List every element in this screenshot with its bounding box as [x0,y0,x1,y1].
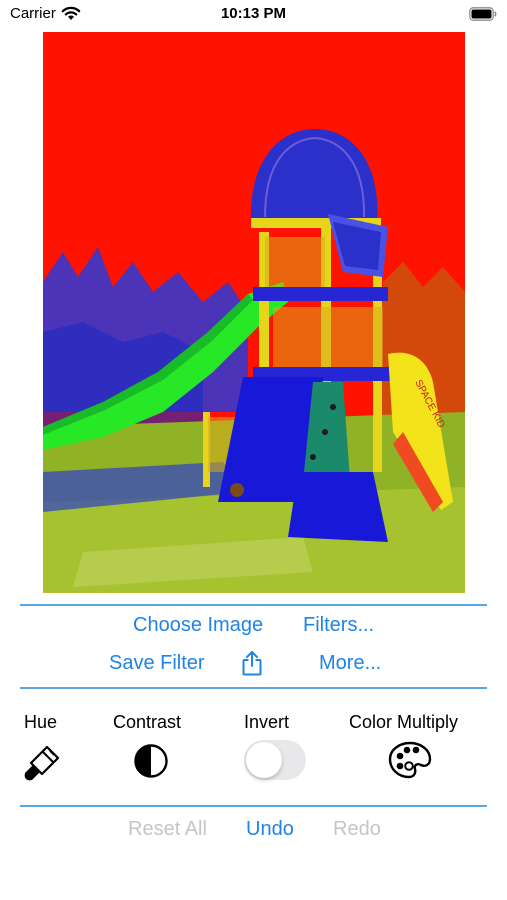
invert-label: Invert [244,712,290,732]
paintbrush-icon[interactable] [23,744,61,787]
filtered-photo: SPACE KID [43,32,465,593]
status-bar: Carrier 10:13 PM [0,0,507,30]
filters-button[interactable]: Filters... [303,614,374,637]
contrast-label: Contrast [113,712,182,732]
contrast-icon[interactable] [133,743,169,784]
middle-divider [20,687,487,689]
palette-icon[interactable] [388,740,432,785]
undo-button[interactable]: Undo [246,818,294,841]
color-multiply-label: Color Multiply [349,712,459,732]
more-button[interactable]: More... [319,652,381,675]
battery-icon [469,7,497,26]
top-divider [20,604,487,606]
invert-toggle-knob [246,742,282,778]
redo-button[interactable]: Redo [333,818,381,841]
reset-all-button[interactable]: Reset All [128,818,207,841]
choose-image-button[interactable]: Choose Image [133,614,263,637]
save-filter-button[interactable]: Save Filter [109,652,205,675]
status-time: 10:13 PM [220,5,287,22]
bottom-divider [20,805,487,807]
invert-toggle[interactable] [244,740,306,780]
hue-label: Hue [24,712,58,732]
share-icon[interactable] [241,650,263,681]
